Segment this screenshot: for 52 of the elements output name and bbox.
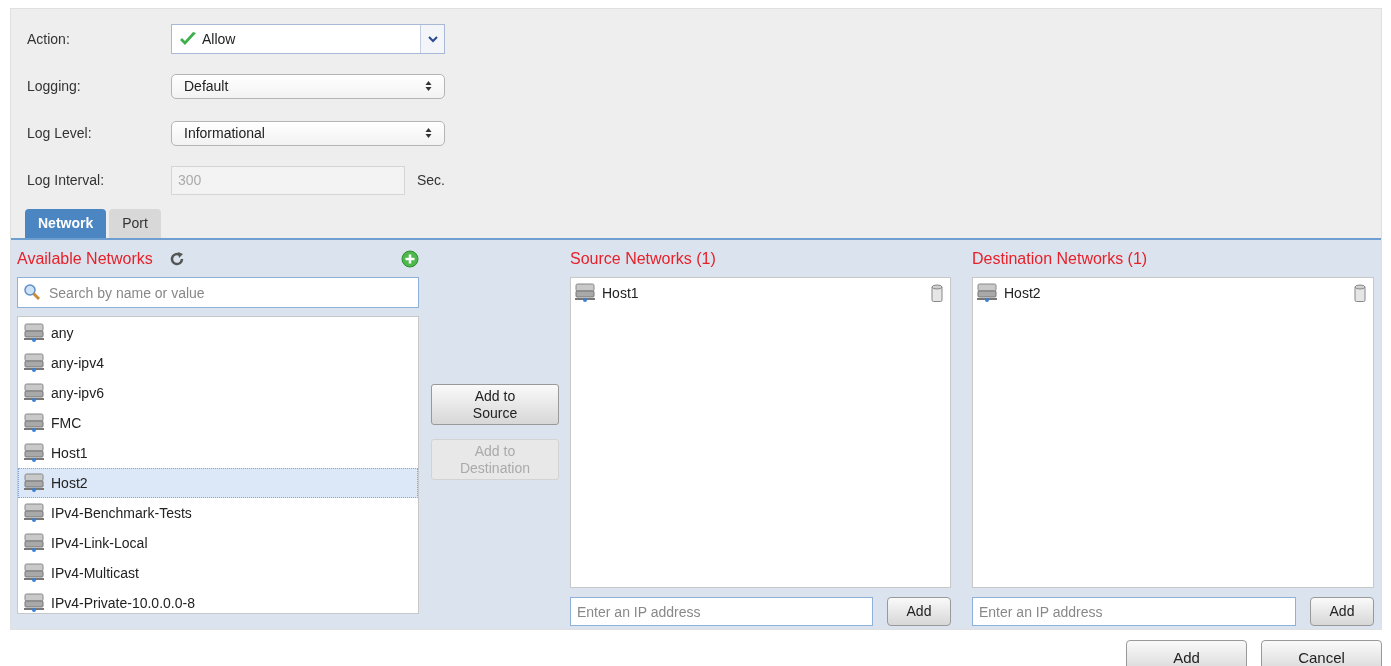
network-item[interactable]: FMC	[18, 408, 418, 438]
network-item[interactable]: IPv4-Private-10.0.0.0-8	[18, 588, 418, 613]
network-item[interactable]: IPv4-Benchmark-Tests	[18, 498, 418, 528]
server-icon	[23, 443, 45, 463]
section-title: Destination Networks (1)	[972, 249, 1148, 269]
network-item[interactable]: Host1	[18, 438, 418, 468]
server-icon	[23, 563, 45, 583]
add-icon[interactable]	[401, 250, 419, 268]
dialog-button[interactable]: Cancel	[1261, 640, 1382, 666]
field-label: Log Interval:	[27, 170, 106, 190]
field-label: Log Level:	[27, 123, 93, 143]
search-icon	[23, 283, 41, 301]
network-item[interactable]: any-ipv4	[18, 348, 418, 378]
server-icon	[23, 353, 45, 373]
network-item: Host2	[1004, 283, 1042, 303]
trash-icon[interactable]	[1354, 284, 1366, 302]
network-item[interactable]: IPv4-Multicast	[18, 558, 418, 588]
server-icon	[23, 323, 45, 343]
network-item[interactable]: any-ipv6	[18, 378, 418, 408]
action-dropdown[interactable]: Allow	[171, 24, 445, 54]
dropdown[interactable]: Informational	[171, 120, 445, 146]
network-item[interactable]: IPv4-Link-Local	[18, 528, 418, 558]
dialog-button[interactable]: Add	[1126, 640, 1247, 666]
field-label: Action:	[27, 29, 71, 49]
tab[interactable]: Network	[25, 209, 107, 238]
add-ip-button[interactable]: Add	[887, 597, 951, 626]
server-icon	[23, 533, 45, 553]
unit-label: Sec.	[417, 170, 445, 190]
ip-address-field[interactable]: Enter an IP address	[570, 597, 873, 626]
search-field[interactable]: Search by name or value	[17, 277, 419, 308]
network-item[interactable]: any	[18, 318, 418, 348]
refresh-icon[interactable]	[168, 251, 185, 267]
dropdown[interactable]: Default	[171, 73, 445, 99]
server-icon	[23, 383, 45, 403]
add-ip-button[interactable]: Add	[1310, 597, 1374, 626]
select-arrows-icon	[425, 127, 432, 139]
trash-icon[interactable]	[931, 284, 943, 302]
server-icon	[23, 503, 45, 523]
ip-address-field[interactable]: Enter an IP address	[972, 597, 1296, 626]
tab[interactable]: Port	[109, 209, 161, 238]
move-button[interactable]: Add to Source	[431, 384, 559, 425]
server-icon	[976, 283, 998, 303]
chevron-down-icon	[427, 35, 438, 43]
section-title: Available Networks	[17, 249, 153, 269]
server-icon	[23, 473, 45, 493]
select-arrows-icon	[425, 80, 432, 92]
server-icon	[23, 413, 45, 433]
section-title: Source Networks (1)	[570, 249, 716, 269]
server-icon	[574, 283, 596, 303]
network-item[interactable]: Host2	[18, 468, 418, 498]
network-item: Host1	[602, 283, 640, 303]
field-label: Logging:	[27, 76, 82, 96]
